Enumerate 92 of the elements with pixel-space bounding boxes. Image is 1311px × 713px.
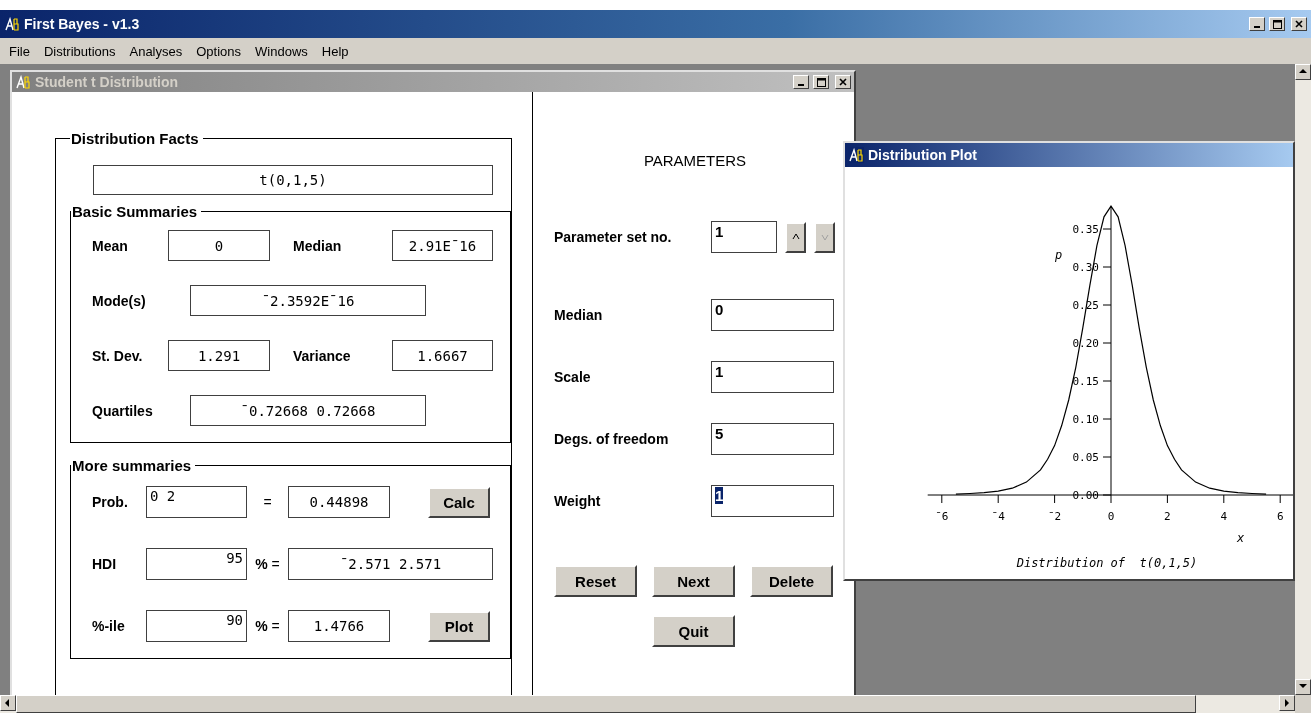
tick-label: 6 bbox=[1276, 510, 1284, 523]
output-field: 0 bbox=[168, 230, 270, 261]
plot-button[interactable]: Plot bbox=[428, 610, 490, 642]
equals-label: % = bbox=[254, 618, 281, 634]
app-icon bbox=[4, 16, 20, 32]
field-label: Median bbox=[554, 307, 604, 323]
output-field: 0.44898 bbox=[288, 486, 390, 518]
group-title: Basic Summaries bbox=[71, 203, 199, 220]
field-label: Mean bbox=[92, 237, 129, 254]
field-label: Variance bbox=[293, 347, 352, 364]
output-field: 2.91E¯16 bbox=[392, 230, 493, 261]
field-label: HDI bbox=[92, 556, 118, 572]
window-title: Student t Distribution bbox=[35, 74, 179, 90]
group-title: More summaries bbox=[71, 457, 193, 474]
action-button[interactable]: Next bbox=[652, 565, 735, 597]
tick-label: 4 bbox=[1220, 510, 1228, 523]
output-field: ¯0.72668 0.72668 bbox=[190, 395, 426, 426]
output-field: 1.6667 bbox=[392, 340, 493, 371]
close-icon bbox=[1295, 20, 1303, 28]
maximize-button[interactable] bbox=[813, 75, 829, 89]
axis-label: p bbox=[1055, 248, 1063, 262]
output-field: 1.291 bbox=[168, 340, 270, 371]
spin-up-button[interactable] bbox=[785, 221, 806, 253]
app-icon bbox=[848, 147, 864, 163]
close-button[interactable] bbox=[835, 75, 851, 89]
tick-label: 0.05 bbox=[1072, 451, 1099, 464]
menu-item[interactable]: Analyses bbox=[122, 43, 190, 59]
tick-label: 2 bbox=[1164, 510, 1171, 523]
triangle-right-icon bbox=[1282, 698, 1292, 708]
field-label: Degs. of freedom bbox=[554, 431, 670, 447]
close-button[interactable] bbox=[1291, 17, 1307, 31]
output-field: t(0,1,5) bbox=[93, 165, 493, 195]
group-title: Distribution Facts bbox=[70, 130, 200, 147]
input-field[interactable]: 5 bbox=[711, 423, 834, 455]
action-button[interactable]: Reset bbox=[554, 565, 637, 597]
tick-label: 0.15 bbox=[1072, 375, 1099, 388]
input-field[interactable]: 90 bbox=[146, 610, 247, 642]
field-label: Mode(s) bbox=[92, 292, 147, 309]
field-label: Weight bbox=[554, 493, 602, 509]
minimize-button[interactable] bbox=[793, 75, 809, 89]
equals-label: % = bbox=[254, 556, 281, 572]
quit-button[interactable]: Quit bbox=[652, 615, 735, 647]
tick-label: ¯6 bbox=[935, 510, 949, 523]
app-icon bbox=[15, 74, 31, 90]
menu-item[interactable]: Options bbox=[189, 43, 249, 59]
vertical-scrollbar[interactable] bbox=[1295, 64, 1311, 695]
minimize-button[interactable] bbox=[1249, 17, 1265, 31]
output-field: ¯2.3592E¯16 bbox=[190, 285, 426, 316]
close-icon bbox=[839, 78, 847, 86]
tick-label: ¯2 bbox=[1047, 510, 1062, 523]
field-label: Prob. bbox=[92, 494, 129, 510]
window-title: First Bayes - v1.3 bbox=[24, 16, 140, 32]
input-field[interactable]: 1 bbox=[711, 485, 834, 517]
field-label: Parameter set no. bbox=[554, 229, 673, 245]
menu-item[interactable]: Help bbox=[314, 43, 356, 59]
section-heading: PARAMETERS bbox=[643, 152, 747, 169]
window-title: Distribution Plot bbox=[868, 147, 977, 163]
input-field[interactable]: 1 bbox=[711, 221, 777, 253]
scroll-left-button[interactable] bbox=[0, 695, 16, 711]
menu-item[interactable]: Distributions bbox=[36, 43, 123, 59]
input-field[interactable]: 0 2 bbox=[146, 486, 247, 518]
tick-label: 0 bbox=[1107, 510, 1115, 523]
output-field: 1.4766 bbox=[288, 610, 390, 642]
field-label: Quartiles bbox=[92, 402, 154, 419]
menu-item[interactable]: Windows bbox=[248, 43, 315, 59]
menu-item[interactable]: File bbox=[2, 43, 37, 59]
field-label: %-ile bbox=[92, 618, 126, 634]
equals-label: = bbox=[262, 494, 273, 510]
scroll-down-button[interactable] bbox=[1295, 679, 1311, 695]
field-label: Median bbox=[293, 237, 343, 254]
scrollbar-corner bbox=[1295, 695, 1311, 713]
caret-down-icon bbox=[820, 233, 829, 241]
action-button[interactable]: Delete bbox=[750, 565, 833, 597]
field-label: Scale bbox=[554, 369, 592, 385]
calc-button[interactable]: Calc bbox=[428, 486, 490, 518]
maximize-button[interactable] bbox=[1269, 17, 1285, 31]
tick-label: 0.10 bbox=[1072, 413, 1099, 426]
maximize-icon bbox=[816, 77, 826, 87]
field-label: St. Dev. bbox=[92, 347, 144, 364]
tick-label: 0.35 bbox=[1072, 223, 1099, 236]
scroll-right-button[interactable] bbox=[1279, 695, 1295, 711]
tick-label: ¯4 bbox=[991, 510, 1005, 523]
tick-label: 0.00 bbox=[1072, 489, 1099, 502]
caret-up-icon bbox=[791, 233, 800, 241]
axis-label: x bbox=[1237, 531, 1245, 545]
scroll-up-button[interactable] bbox=[1295, 64, 1311, 80]
input-field[interactable]: 1 bbox=[711, 361, 834, 393]
chart-title: Distribution of t(0,1,5) bbox=[1016, 556, 1198, 570]
input-field[interactable]: 95 bbox=[146, 548, 247, 580]
output-field: ¯2.571 2.571 bbox=[288, 548, 493, 580]
input-field[interactable]: 0 bbox=[711, 299, 834, 331]
maximize-icon bbox=[1272, 19, 1282, 29]
